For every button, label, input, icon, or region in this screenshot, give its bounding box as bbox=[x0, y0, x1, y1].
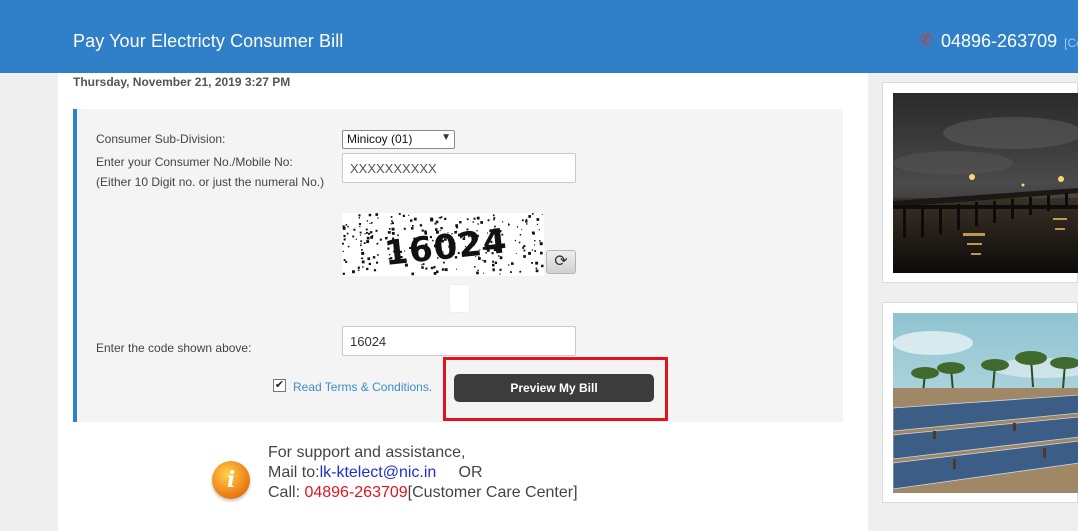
call-prefix: Call: bbox=[268, 484, 305, 501]
support-phone-number: 04896-263709 bbox=[304, 484, 408, 501]
header-phone-suffix: [Co bbox=[1064, 36, 1078, 50]
support-block: For support and assistance, Mail to:lk-k… bbox=[268, 443, 578, 503]
captcha-image: 16024 bbox=[342, 213, 544, 276]
preview-my-bill-button[interactable]: Preview My Bill bbox=[454, 374, 654, 402]
captcha-placeholder-box bbox=[449, 284, 470, 313]
phone-icon: ✆ bbox=[920, 32, 934, 49]
header-phone-number: 04896-263709 bbox=[941, 31, 1058, 51]
header-bar: Pay Your Electricty Consumer Bill ✆ 04896… bbox=[0, 0, 1078, 73]
pier-night-photo bbox=[882, 82, 1078, 283]
terms-link[interactable]: Read Terms & Conditions. bbox=[293, 380, 432, 394]
solar-farm-photo bbox=[882, 302, 1078, 503]
subdivision-selected-value: Minicoy (01) bbox=[347, 132, 413, 146]
refresh-captcha-button[interactable]: ⟳ bbox=[546, 250, 576, 274]
captcha-text: 16024 bbox=[383, 221, 510, 274]
call-suffix: [Customer Care Center] bbox=[407, 484, 578, 501]
support-line: For support and assistance, bbox=[268, 444, 466, 461]
captcha-code-label: Enter the code shown above: bbox=[96, 341, 252, 355]
or-text: OR bbox=[458, 464, 483, 481]
header-phone: ✆ 04896-263709 [Co bbox=[920, 30, 1078, 52]
captcha-code-input[interactable]: 16024 bbox=[342, 326, 576, 356]
subdivision-select[interactable]: Minicoy (01) ▼ bbox=[342, 130, 455, 149]
mail-prefix: Mail to: bbox=[268, 464, 320, 481]
current-datetime: Thursday, November 21, 2019 3:27 PM bbox=[73, 75, 291, 89]
terms-checkbox[interactable]: ✔ bbox=[273, 379, 286, 392]
consumer-number-input[interactable]: XXXXXXXXXX bbox=[342, 153, 576, 183]
page-title: Pay Your Electricty Consumer Bill bbox=[73, 31, 344, 51]
support-call-line: Call: 04896-263709[Customer Care Center] bbox=[268, 483, 578, 503]
subdivision-label: Consumer Sub-Division: bbox=[96, 132, 226, 146]
refresh-icon: ⟳ bbox=[554, 253, 568, 270]
support-email-link[interactable]: lk-ktelect@nic.in bbox=[320, 464, 437, 481]
sidebar bbox=[868, 73, 1078, 531]
consumer-number-label: Enter your Consumer No./Mobile No: (Eith… bbox=[96, 155, 325, 189]
bill-form: Consumer Sub-Division: Minicoy (01) ▼ En… bbox=[73, 109, 843, 422]
info-icon: i bbox=[212, 461, 250, 499]
support-mail-line: Mail to:lk-ktelect@nic.in OR bbox=[268, 463, 578, 483]
chevron-down-icon: ▼ bbox=[441, 132, 451, 143]
